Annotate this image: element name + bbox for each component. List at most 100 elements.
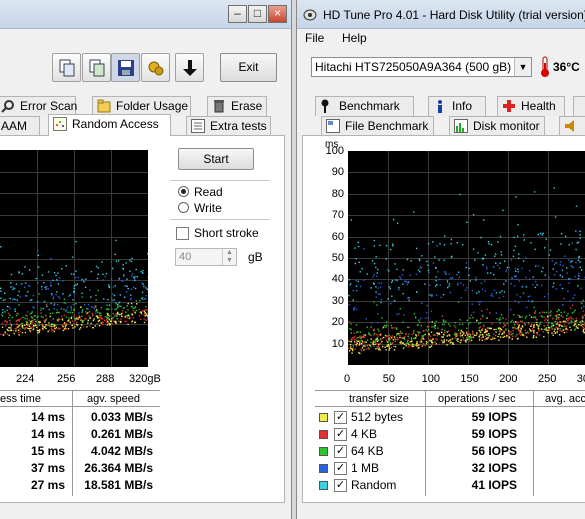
magnifier-icon: [1, 99, 15, 113]
tab-health[interactable]: Health: [497, 96, 565, 116]
table-header-line: [315, 406, 585, 407]
disk-monitor-icon: [454, 119, 468, 133]
ops-value: 41 IOPS: [471, 478, 517, 492]
tab-label: Disk monitor: [473, 119, 540, 133]
tab-more[interactable]: [573, 96, 585, 116]
file-benchmark-icon: [326, 119, 340, 133]
short-stroke-label: Short stroke: [194, 226, 259, 240]
y-tick: 90: [331, 166, 344, 179]
table-cell-time: 37 ms: [30, 461, 65, 475]
tab-extra-tests[interactable]: Extra tests: [186, 116, 271, 136]
col-header-avg-speed: agv. speed: [87, 393, 141, 405]
temperature: 36°C: [553, 60, 580, 74]
table-cell-speed: 4.042 MB/s: [90, 444, 153, 458]
transfer-size-label: Random: [351, 478, 397, 492]
legend-swatch: [319, 464, 328, 473]
tab-aam-audio[interactable]: [559, 116, 585, 136]
random-access-plot: [0, 150, 148, 367]
menu-help[interactable]: Help: [342, 31, 367, 45]
chevron-down-icon[interactable]: ▼: [514, 58, 531, 76]
table-cell-speed: 0.033 MB/s: [90, 410, 153, 424]
x-tick: 50: [382, 373, 396, 385]
trash-icon: [212, 99, 226, 113]
tab-aam[interactable]: AAM: [0, 116, 40, 136]
transfer-size-label: 4 KB: [351, 427, 378, 441]
tab-folder-usage[interactable]: Folder Usage: [92, 96, 191, 116]
col-header-avg-access: avg. acc: [545, 393, 585, 405]
copy-screenshot-icon[interactable]: [82, 53, 111, 82]
read-radio[interactable]: [178, 186, 189, 197]
column-divider: [425, 390, 426, 496]
download-icon[interactable]: [175, 53, 204, 82]
x-tick: 150: [460, 373, 479, 385]
column-divider: [72, 390, 73, 496]
table-top-line: [315, 390, 585, 391]
tab-benchmark[interactable]: Benchmark: [315, 96, 414, 116]
copy-icon[interactable]: [52, 53, 81, 82]
benchmark-icon: [320, 99, 334, 113]
col-header-transfer-size: transfer size: [349, 393, 409, 405]
series-checkbox[interactable]: ✓: [334, 411, 347, 424]
right-titlebar: HD Tune Pro 4.01 - Hard Disk Utility (tr…: [297, 0, 585, 29]
series-checkbox[interactable]: ✓: [334, 428, 347, 441]
series-checkbox[interactable]: ✓: [334, 462, 347, 475]
close-button[interactable]: ×: [268, 5, 287, 23]
legend-swatch: [319, 413, 328, 422]
y-tick: 80: [331, 187, 344, 200]
save-icon[interactable]: [111, 53, 140, 82]
table-cell-speed: 0.261 MB/s: [90, 427, 153, 441]
x-tick: 250: [538, 373, 557, 385]
tab-label: Extra tests: [210, 119, 267, 133]
y-tick: 40: [331, 273, 344, 286]
table-cell-speed: 18.581 MB/s: [84, 478, 153, 492]
minimize-button[interactable]: –: [228, 5, 247, 23]
series-checkbox[interactable]: ✓: [334, 445, 347, 458]
ops-value: 56 IOPS: [471, 444, 517, 458]
table-cell-time: 14 ms: [30, 410, 65, 424]
tab-info[interactable]: Info: [428, 96, 486, 116]
folder-icon: [97, 99, 111, 113]
tab-label: AAM: [1, 119, 28, 133]
divider: [170, 219, 270, 220]
exit-button[interactable]: Exit: [220, 53, 277, 82]
tab-label: Random Access: [72, 117, 159, 131]
tab-error-scan[interactable]: Error Scan: [0, 96, 77, 116]
tab-label: Info: [452, 99, 473, 113]
window-title: HD Tune Pro 4.01 - Hard Disk Utility (tr…: [323, 8, 585, 22]
tab-disk-monitor[interactable]: Disk monitor: [449, 116, 545, 136]
options-icon[interactable]: [141, 53, 170, 82]
series-checkbox[interactable]: ✓: [334, 479, 347, 492]
read-label: Read: [194, 185, 223, 199]
start-button[interactable]: Start: [178, 148, 254, 170]
col-header-ops: operations / sec: [438, 393, 516, 405]
stroke-unit: gB: [248, 250, 263, 264]
tab-file-benchmark[interactable]: File Benchmark: [321, 116, 434, 136]
y-tick: 70: [331, 209, 344, 222]
left-titlebar: – □ ×: [0, 0, 291, 29]
tab-label: Folder Usage: [116, 99, 189, 113]
write-radio[interactable]: [178, 202, 189, 213]
table-cell-time: 15 ms: [30, 444, 65, 458]
drive-name: Hitachi HTS725050A9A364 (500 gB): [315, 60, 512, 74]
drive-select[interactable]: Hitachi HTS725050A9A364 (500 gB) ▼: [311, 57, 532, 77]
spin-arrows-icon[interactable]: ▲ ▼: [222, 249, 236, 265]
tab-random-access[interactable]: Random Access: [48, 114, 171, 136]
x-tick: 300: [576, 373, 585, 385]
column-divider: [533, 390, 534, 496]
legend-swatch: [319, 481, 328, 490]
table-top-line: [0, 390, 160, 391]
short-stroke-checkbox[interactable]: [176, 227, 189, 240]
ops-value: 59 IOPS: [471, 410, 517, 424]
stroke-spinbox[interactable]: 40 ▲ ▼: [175, 248, 237, 266]
legend-swatch: [319, 430, 328, 439]
menu-file[interactable]: File: [305, 31, 324, 45]
table-header-line: [0, 406, 160, 407]
x-tick: 100: [421, 373, 440, 385]
tab-erase[interactable]: Erase: [207, 96, 267, 116]
random-access-icon: [53, 117, 67, 131]
legend-swatch: [319, 447, 328, 456]
stroke-value: 40: [179, 251, 192, 263]
maximize-button[interactable]: □: [248, 5, 267, 23]
speaker-icon: [564, 119, 578, 133]
tab-label: Health: [521, 99, 556, 113]
